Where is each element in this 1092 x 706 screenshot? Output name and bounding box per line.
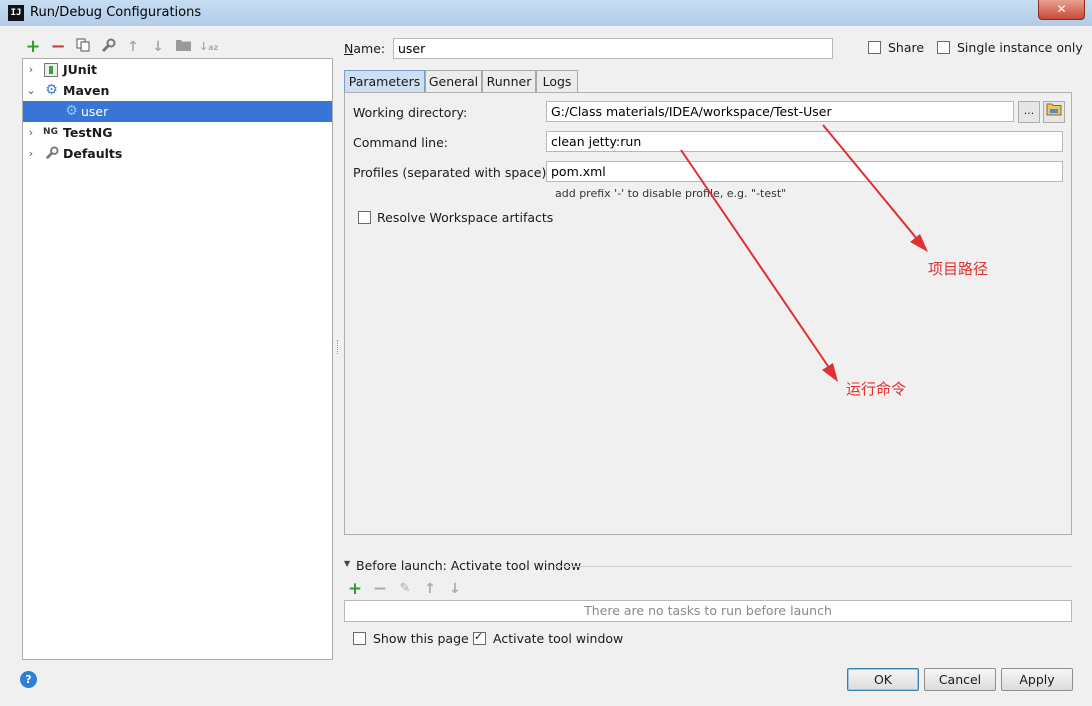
add-task-icon[interactable]: + xyxy=(346,580,364,598)
run-command-arrow xyxy=(680,149,833,373)
ok-button[interactable]: OK xyxy=(847,668,919,691)
run-debug-dialog: IJ Run/Debug Configurations ✕ + − ↑ ↓ ↓a… xyxy=(0,0,1092,706)
project-path-arrow xyxy=(822,124,923,246)
collapse-triangle-icon[interactable]: ▼ xyxy=(344,559,350,568)
apply-button[interactable]: Apply xyxy=(1001,668,1073,691)
activate-tool-window-label: Activate tool window xyxy=(493,631,624,646)
before-launch-divider xyxy=(554,566,1072,567)
remove-task-icon[interactable]: − xyxy=(371,580,389,598)
show-this-page-label: Show this page xyxy=(373,631,469,646)
move-task-down-icon[interactable]: ↓ xyxy=(446,580,464,598)
edit-task-icon[interactable]: ✎ xyxy=(396,580,414,598)
move-task-up-icon[interactable]: ↑ xyxy=(421,580,439,598)
before-launch-task-list[interactable]: There are no tasks to run before launch xyxy=(344,600,1072,622)
activate-tool-window-checkbox[interactable] xyxy=(473,630,486,645)
before-launch-title: Before launch: Activate tool window xyxy=(356,558,582,573)
run-command-arrowhead xyxy=(822,363,838,382)
annotation-run-command: 运行命令 xyxy=(846,380,907,398)
cancel-button[interactable]: Cancel xyxy=(924,668,996,691)
project-path-arrowhead xyxy=(910,234,928,252)
help-icon[interactable]: ? xyxy=(20,671,37,688)
annotation-project-path: 项目路径 xyxy=(928,260,989,278)
show-this-page-checkbox[interactable] xyxy=(353,632,366,645)
